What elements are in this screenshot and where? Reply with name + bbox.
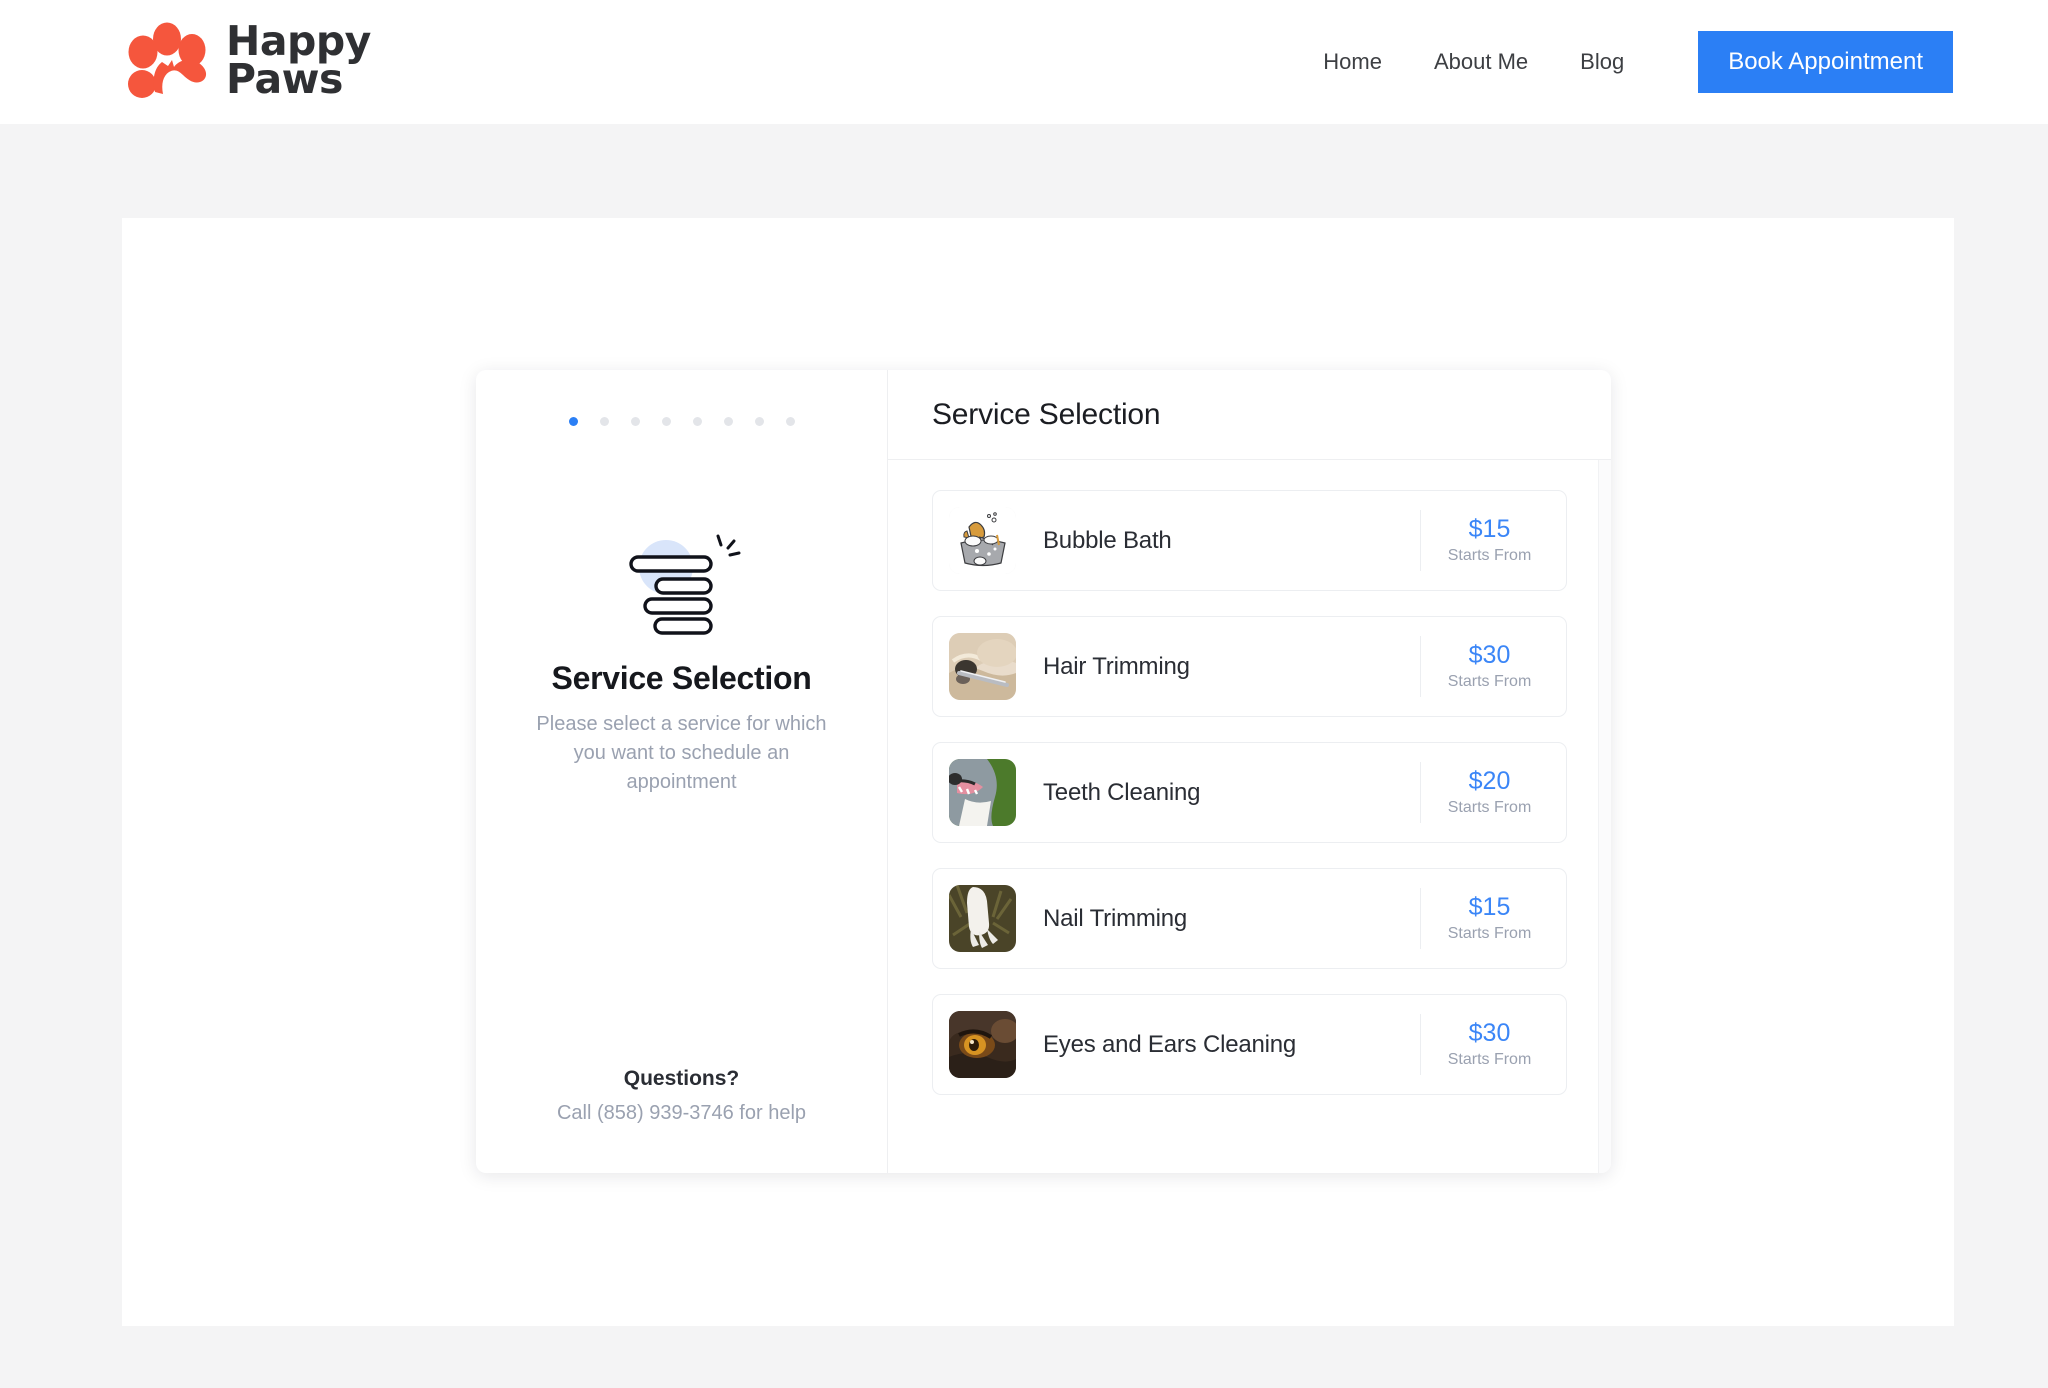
- service-item-hair-trimming[interactable]: Hair Trimming $30 Starts From: [932, 616, 1567, 717]
- dog-eye-photo: [949, 1011, 1016, 1078]
- step-dot-3[interactable]: [630, 417, 640, 426]
- service-name: Teeth Cleaning: [1043, 778, 1201, 806]
- nav-item-blog[interactable]: Blog: [1554, 49, 1650, 75]
- service-price-caption: Starts From: [1447, 924, 1532, 942]
- service-price-block: $20 Starts From: [1420, 762, 1558, 823]
- service-price-block: $15 Starts From: [1420, 510, 1558, 571]
- step-dot-5[interactable]: [692, 417, 702, 426]
- stacked-list-sparkle-icon: [476, 533, 887, 639]
- service-item-teeth-cleaning[interactable]: Teeth Cleaning $20 Starts From: [932, 742, 1567, 843]
- service-item-eyes-and-ears-cleaning[interactable]: Eyes and Ears Cleaning $30 Starts From: [932, 994, 1567, 1095]
- book-appointment-button[interactable]: Book Appointment: [1698, 31, 1953, 93]
- step-dot-2[interactable]: [599, 417, 609, 426]
- help-phone-text[interactable]: Call (858) 939-3746 for help: [476, 1102, 887, 1125]
- step-dot-8[interactable]: [785, 417, 795, 426]
- widget-right-pane: Service Selection Bubble Bath $15 Starts…: [888, 370, 1611, 1173]
- service-price-caption: Starts From: [1447, 672, 1532, 690]
- service-price: $30: [1468, 641, 1511, 670]
- left-pane-subtitle: Please select a service for which you wa…: [536, 713, 827, 793]
- service-price-caption: Starts From: [1447, 798, 1532, 816]
- left-pane-title: Service Selection: [551, 660, 812, 696]
- service-price: $20: [1468, 767, 1511, 796]
- service-list: Bubble Bath $15 Starts From Hair Trimmin…: [888, 460, 1611, 1173]
- main-navigation: Home About Me Blog Book Appointment: [1297, 0, 1953, 124]
- service-name: Nail Trimming: [1043, 904, 1188, 932]
- nav-item-home[interactable]: Home: [1297, 49, 1408, 75]
- step-dot-4[interactable]: [661, 417, 671, 426]
- dog-paw-photo: [949, 885, 1016, 952]
- nav-item-about-me[interactable]: About Me: [1408, 49, 1554, 75]
- step-indicator: [476, 417, 887, 426]
- service-price: $15: [1468, 893, 1511, 922]
- service-price: $30: [1468, 1019, 1511, 1048]
- dog-in-bathtub-illustration: [949, 507, 1016, 574]
- service-name: Hair Trimming: [1043, 652, 1190, 680]
- page-title: Service Selection: [932, 397, 1161, 431]
- booking-widget: Service Selection Please select a servic…: [476, 370, 1611, 1173]
- help-footer: Questions? Call (858) 939-3746 for help: [476, 1067, 887, 1125]
- brand-line-2: Paws: [226, 55, 343, 103]
- service-selection-header: Service Selection: [888, 370, 1611, 460]
- step-dot-7[interactable]: [754, 417, 764, 426]
- service-price-block: $15 Starts From: [1420, 888, 1558, 949]
- paw-logo-icon: [122, 22, 214, 100]
- site-header: Happy Paws Home About Me Blog Book Appoi…: [0, 0, 2048, 124]
- dog-teeth-photo: [949, 759, 1016, 826]
- step-dot-6[interactable]: [723, 417, 733, 426]
- widget-left-pane: Service Selection Please select a servic…: [476, 370, 888, 1173]
- service-list-scrollbar[interactable]: [1598, 460, 1611, 1173]
- service-price: $15: [1468, 515, 1511, 544]
- service-price-block: $30 Starts From: [1420, 636, 1558, 697]
- service-price-caption: Starts From: [1447, 1050, 1532, 1068]
- dog-hair-trimming-photo: [949, 633, 1016, 700]
- questions-title: Questions?: [623, 1067, 740, 1090]
- service-item-bubble-bath[interactable]: Bubble Bath $15 Starts From: [932, 490, 1567, 591]
- step-dot-1[interactable]: [568, 417, 578, 426]
- brand-logo[interactable]: Happy Paws: [122, 21, 371, 103]
- service-name: Eyes and Ears Cleaning: [1043, 1030, 1297, 1058]
- service-price-block: $30 Starts From: [1420, 1014, 1558, 1075]
- brand-wordmark: Happy Paws: [226, 21, 371, 103]
- service-item-nail-trimming[interactable]: Nail Trimming $15 Starts From: [932, 868, 1567, 969]
- service-name: Bubble Bath: [1043, 526, 1172, 554]
- service-price-caption: Starts From: [1447, 546, 1532, 564]
